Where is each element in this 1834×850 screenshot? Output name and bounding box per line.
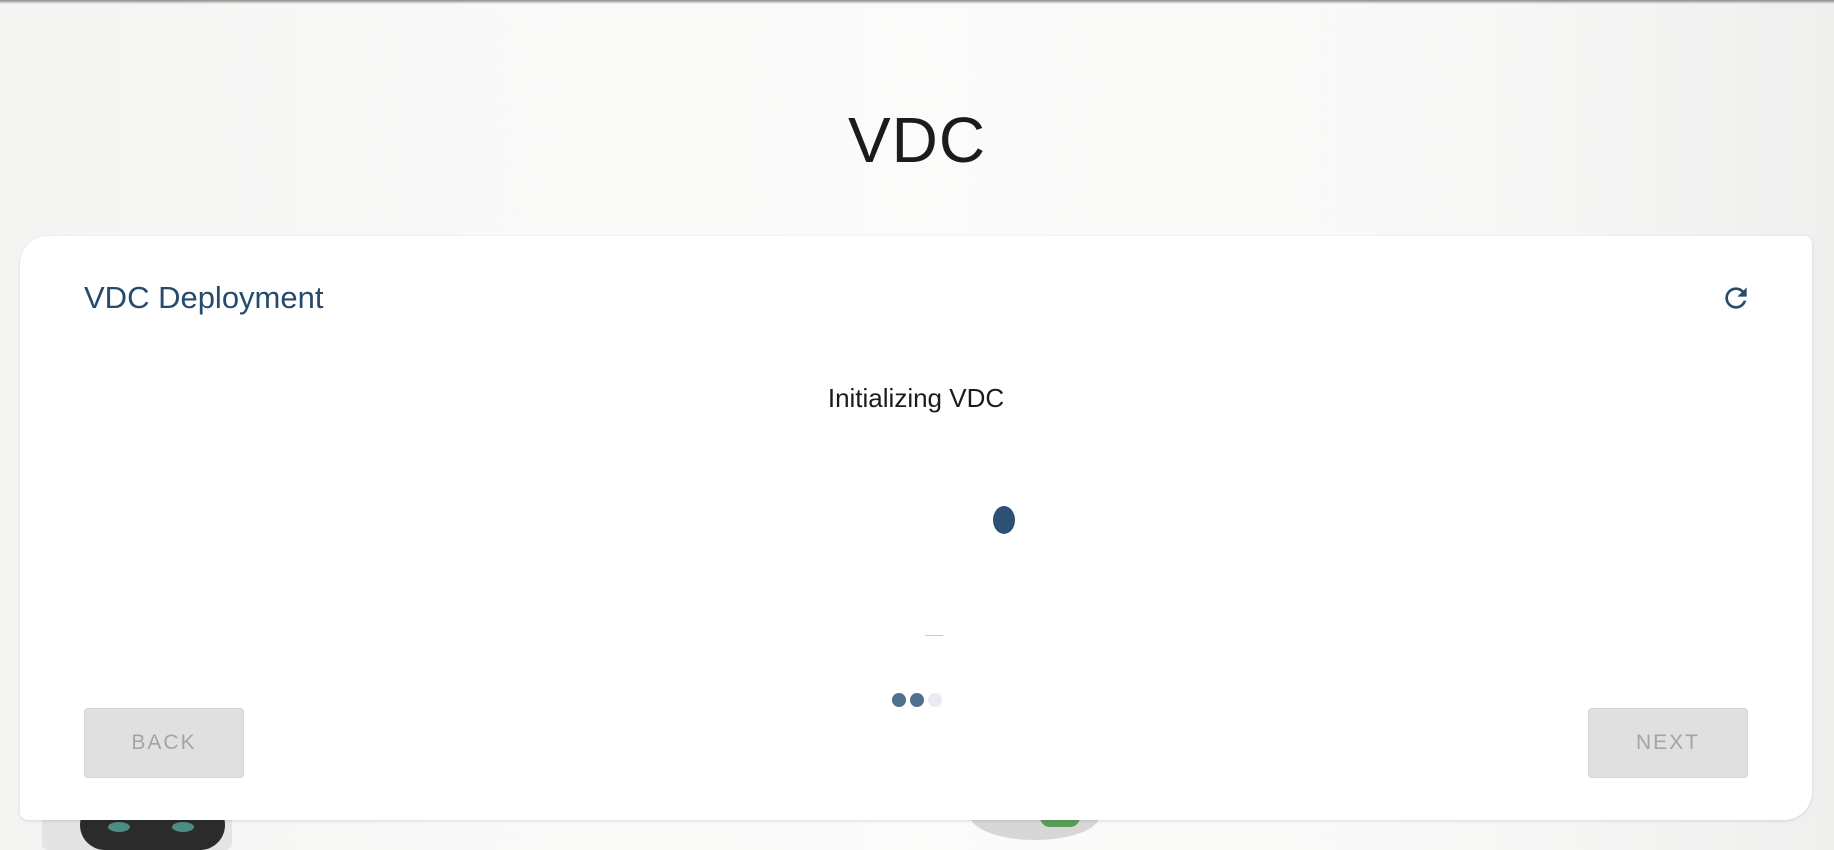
deployment-card: VDC Deployment Initializing VDC BACK NEX…	[20, 236, 1812, 820]
back-button[interactable]: BACK	[84, 708, 244, 778]
step-dot-3	[928, 693, 942, 707]
refresh-icon[interactable]	[1720, 282, 1752, 314]
status-text: Initializing VDC	[827, 383, 1005, 413]
step-dot-1	[892, 693, 906, 707]
card-title: VDC Deployment	[84, 280, 324, 315]
step-indicator	[892, 693, 942, 707]
loading-spinner	[993, 506, 1015, 534]
top-shadow	[0, 0, 1834, 4]
loading-spinner-trail	[925, 635, 943, 636]
refresh-icon-glyph	[1725, 287, 1747, 309]
background-device-eye-left	[108, 822, 130, 832]
step-dot-2	[910, 693, 924, 707]
next-button[interactable]: NEXT	[1588, 708, 1748, 778]
background-device-eye-right	[172, 822, 194, 832]
page-title: VDC	[847, 104, 987, 176]
